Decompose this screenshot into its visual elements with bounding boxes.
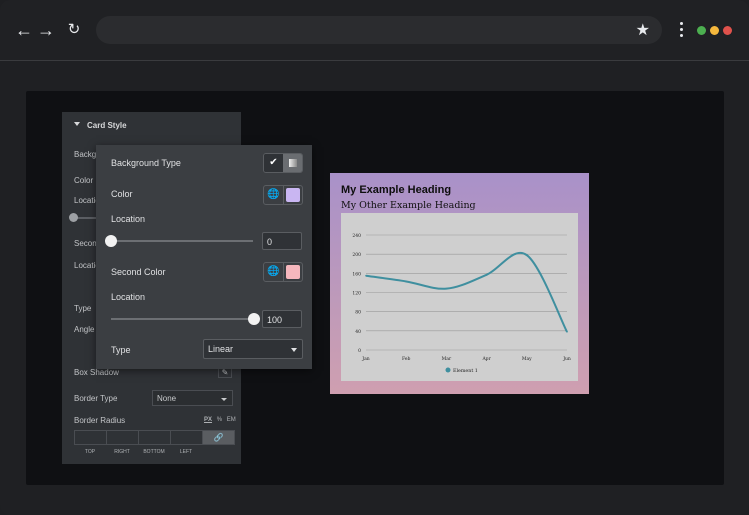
radius-top-label: TOP (84, 449, 96, 455)
chevron-down-icon (291, 348, 297, 352)
radius-left-input[interactable] (170, 430, 203, 445)
x-tick-label: Apr (481, 356, 491, 362)
angle-label: Angle (74, 325, 95, 334)
globe-icon[interactable]: 🌐 (264, 186, 284, 204)
window-dot-green[interactable] (697, 26, 706, 35)
gradient-type-value: Linear (208, 344, 234, 354)
border-type-select[interactable]: None (152, 390, 233, 406)
y-tick-label: 80 (355, 310, 361, 316)
y-tick-label: 120 (352, 291, 361, 297)
legend-label: Element 1 (453, 368, 478, 374)
location-input[interactable]: 0 (262, 232, 302, 250)
section-title[interactable]: Card Style (87, 121, 127, 130)
x-tick-label: Jun (562, 356, 571, 362)
unit-em[interactable]: EM (227, 417, 236, 423)
border-type-label: Border Type (74, 394, 118, 403)
reload-icon[interactable]: ↻ (64, 20, 84, 40)
location-slider-knob[interactable] (105, 235, 117, 247)
y-tick-label: 200 (352, 252, 361, 258)
legend-marker (445, 367, 451, 373)
y-tick-label: 240 (352, 233, 361, 239)
unit-switcher: PX % EM (204, 417, 236, 423)
radius-left-label: LEFT (179, 449, 193, 455)
brush-icon[interactable]: ✔ (264, 154, 283, 172)
unit-px[interactable]: PX (204, 417, 212, 423)
second-location-slider-knob[interactable] (248, 313, 260, 325)
radius-bottom-input[interactable] (138, 430, 171, 445)
border-radius-label: Border Radius (74, 416, 126, 425)
color-picker: 🌐 (263, 185, 303, 205)
radius-right-label: RIGHT (114, 449, 130, 455)
link-icon[interactable]: 🔗 (202, 430, 235, 445)
chart-container: 0 40 80 120 160 200 240 Jan Feb Mar Apr May Jun Eleme… (341, 213, 578, 381)
kebab-menu-icon[interactable] (680, 22, 684, 40)
data-point (405, 280, 407, 283)
color-label: Color (74, 176, 94, 185)
border-type-value: None (157, 394, 177, 403)
chevron-down-icon (221, 398, 227, 401)
star-icon[interactable]: ★ (636, 20, 650, 40)
second-location-label: Location (111, 292, 146, 302)
border-radius-inputs: 🔗 (74, 430, 235, 445)
radius-top-input[interactable] (74, 430, 107, 445)
card-heading: My Example Heading (341, 184, 452, 196)
color-swatch[interactable] (286, 188, 300, 202)
address-bar[interactable]: ★ (96, 16, 662, 44)
data-point (566, 330, 568, 333)
type-label: Type (74, 304, 92, 313)
gradient-type-select[interactable]: Linear (203, 339, 303, 359)
arrow-right-icon[interactable]: → (36, 20, 56, 40)
location-label: Location (111, 214, 146, 224)
location-slider-knob[interactable] (69, 213, 78, 222)
radius-labels: TOP RIGHT BOTTOM LEFT (74, 449, 234, 455)
second-color-swatch[interactable] (286, 265, 300, 279)
gradient-popover: Background Type ✔ Color 🌐 Location 0 Sec… (96, 145, 312, 369)
browser-toolbar: ← → ↻ ★ (0, 0, 749, 61)
second-color-label: Second Color (111, 267, 166, 277)
x-tick-label: Jan (361, 356, 369, 362)
radius-right-input[interactable] (106, 430, 139, 445)
location-slider-track[interactable] (111, 240, 253, 242)
caret-down-icon[interactable] (74, 122, 80, 126)
browser-window: ← → ↻ ★ Card Style Backgro Color Locatio… (0, 0, 749, 515)
second-location-slider-track[interactable] (111, 318, 253, 320)
globe-icon[interactable]: 🌐 (264, 263, 284, 281)
color-label: Color (111, 189, 133, 199)
y-tick-label: 0 (358, 348, 361, 354)
line-chart: 0 40 80 120 160 200 240 Jan Feb Mar Apr May Jun Eleme… (352, 233, 571, 374)
x-tick-label: May (522, 356, 532, 362)
card-subheading: My Other Example Heading (341, 200, 476, 211)
radius-bottom-label: BOTTOM (143, 449, 165, 455)
data-point (445, 287, 448, 290)
unit-percent[interactable]: % (217, 417, 222, 423)
second-color-picker: 🌐 (263, 262, 303, 282)
preview-card: My Example Heading My Other Example Head… (330, 173, 589, 394)
arrow-left-icon[interactable]: ← (14, 20, 34, 40)
y-tick-label: 160 (352, 271, 361, 277)
window-dot-yellow[interactable] (710, 26, 719, 35)
background-type-label: Background Type (111, 158, 181, 168)
type-label: Type (111, 345, 131, 355)
gradient-icon[interactable] (283, 154, 302, 172)
x-tick-label: Feb (402, 356, 411, 362)
data-point (526, 254, 528, 256)
second-location-input[interactable]: 100 (262, 310, 302, 328)
data-point (365, 274, 367, 277)
box-shadow-label: Box Shadow (74, 368, 119, 377)
background-type-toggle: ✔ (263, 153, 303, 173)
y-tick-label: 40 (355, 329, 361, 335)
data-point (485, 273, 488, 276)
window-dot-red[interactable] (723, 26, 732, 35)
x-tick-label: Mar (442, 356, 452, 362)
